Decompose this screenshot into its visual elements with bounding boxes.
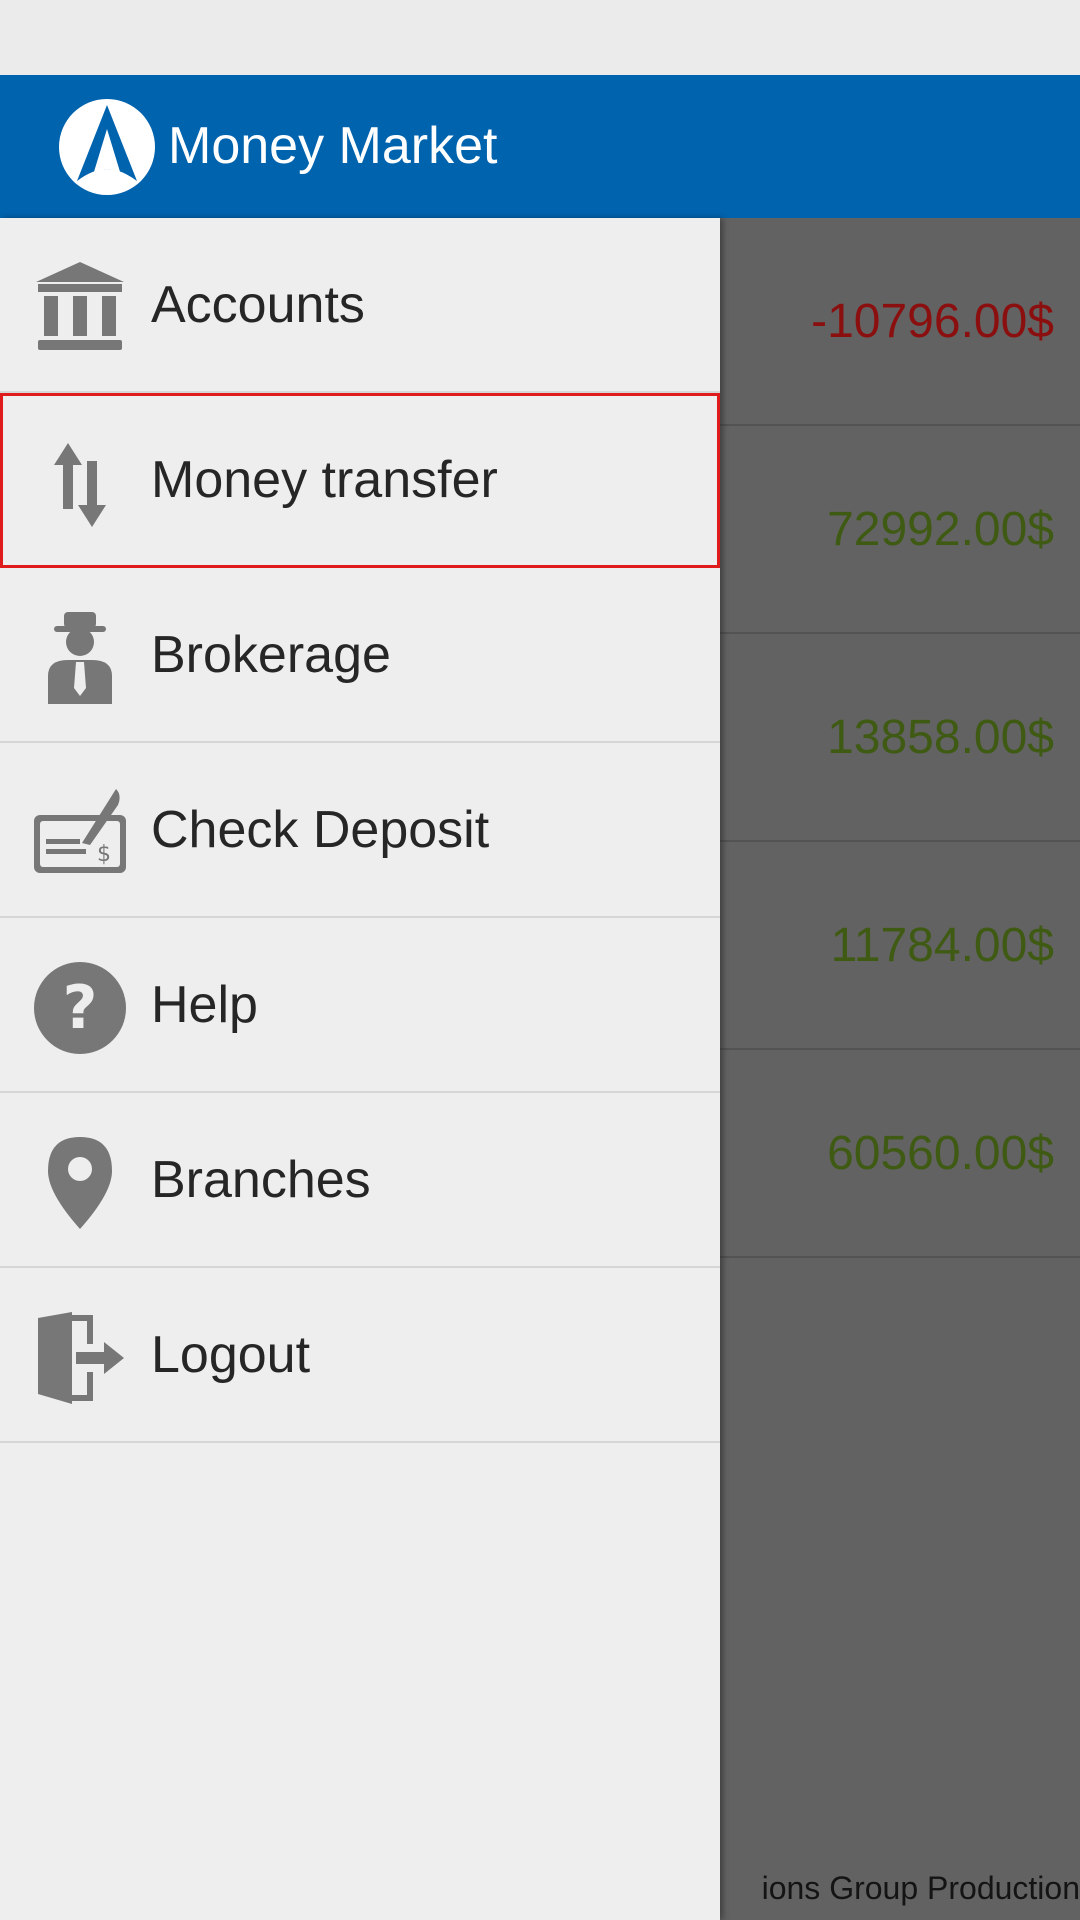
app-title: Money Market [168, 117, 498, 175]
account-balance: 72992.00$ [827, 503, 1054, 556]
account-balance: 11784.00$ [830, 919, 1054, 972]
help-icon: ? [34, 962, 126, 1054]
navigation-drawer: Accounts Money transfer Brokerage $ Chec… [0, 218, 720, 1920]
location-pin-icon [48, 1137, 112, 1229]
drawer-item-label: Accounts [151, 276, 365, 334]
drawer-item-branches[interactable]: Branches [0, 1093, 720, 1268]
footer-credit: ions Group Production [761, 1870, 1080, 1906]
drawer-item-label: Check Deposit [151, 801, 490, 859]
drawer-item-check-deposit[interactable]: $ Check Deposit [0, 743, 720, 918]
app-bar [0, 75, 1080, 218]
drawer-item-label: Branches [151, 1151, 371, 1209]
status-bar [0, 0, 1080, 75]
drawer-item-accounts[interactable]: Accounts [0, 218, 720, 393]
account-balance: 13858.00$ [827, 711, 1054, 764]
drawer-item-logout[interactable]: Logout [0, 1268, 720, 1443]
drawer-item-label: Money transfer [151, 451, 498, 509]
drawer-item-label: Brokerage [151, 626, 391, 684]
check-deposit-icon: $ [34, 789, 126, 873]
drawer-item-money-transfer[interactable]: Money transfer [0, 393, 720, 568]
transfer-arrows-icon [54, 443, 106, 527]
svg-text:$: $ [97, 842, 111, 867]
drawer-item-brokerage[interactable]: Brokerage [0, 568, 720, 743]
svg-text:?: ? [63, 973, 98, 1043]
drawer-item-label: Logout [151, 1326, 311, 1384]
broker-person-icon [48, 612, 112, 704]
account-balance: 60560.00$ [827, 1127, 1054, 1180]
logout-icon [38, 1312, 124, 1404]
account-balance: -10796.00$ [811, 295, 1054, 348]
drawer-item-help[interactable]: ? Help [0, 918, 720, 1093]
bank-icon [36, 262, 124, 350]
money-market-logo-icon[interactable] [59, 99, 155, 195]
drawer-item-label: Help [151, 976, 258, 1034]
